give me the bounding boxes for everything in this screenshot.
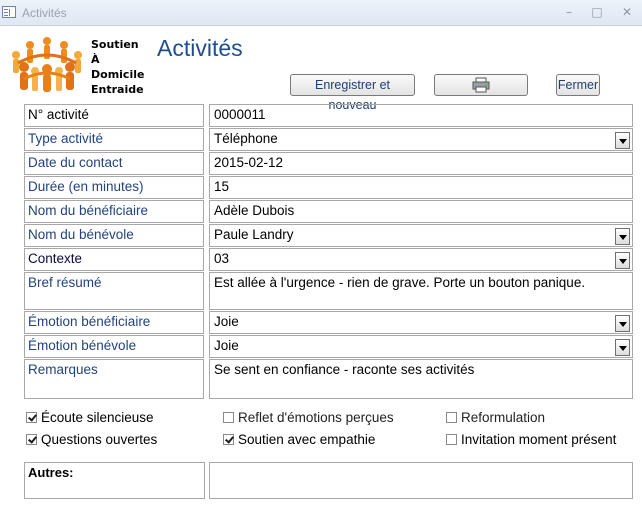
volunteer-emotion-value: Joie bbox=[214, 338, 239, 353]
field-label: Bref résumé bbox=[24, 272, 204, 310]
remarks-textarea[interactable]: Se sent en confiance - raconte ses activ… bbox=[209, 359, 633, 399]
field-row-emotion-benevole: Émotion bénévole Joie bbox=[24, 335, 633, 358]
maximize-icon[interactable]: □ bbox=[586, 4, 608, 20]
checkbox-unchecked-icon[interactable] bbox=[446, 412, 457, 423]
checkbox-label: Reflet d'émotions perçues bbox=[238, 410, 394, 425]
field-label: Nom du bénévole bbox=[24, 224, 204, 247]
printer-icon bbox=[472, 77, 490, 93]
volunteer-emotion-combo[interactable]: Joie bbox=[209, 335, 633, 358]
field-row-numero: N° activité 0000011 bbox=[24, 104, 633, 127]
checkbox-checked-icon[interactable] bbox=[26, 434, 37, 445]
field-label: Émotion bénévole bbox=[24, 335, 204, 358]
field-label: Contexte bbox=[24, 248, 204, 271]
field-label: Émotion bénéficiaire bbox=[24, 311, 204, 334]
dropdown-arrow-icon[interactable] bbox=[615, 339, 630, 356]
beneficiary-emotion-value: Joie bbox=[214, 314, 239, 329]
window-titlebar: Activités – □ ✕ bbox=[0, 0, 642, 26]
field-label: N° activité bbox=[24, 104, 204, 127]
dropdown-arrow-icon[interactable] bbox=[615, 132, 630, 149]
field-label: Nom du bénéficiaire bbox=[24, 200, 204, 223]
window-title: Activités bbox=[22, 6, 67, 20]
volunteer-name-value: Paule Landry bbox=[214, 227, 294, 242]
field-row-type: Type activité Téléphone bbox=[24, 128, 633, 151]
form-icon bbox=[2, 6, 16, 18]
checkbox-checked-icon[interactable] bbox=[26, 412, 37, 423]
activity-type-combo[interactable]: Téléphone bbox=[209, 128, 633, 151]
logo-line: Domicile bbox=[91, 68, 145, 81]
dropdown-arrow-icon[interactable] bbox=[615, 228, 630, 245]
people-circle-logo bbox=[12, 37, 82, 92]
field-row-duree: Durée (en minutes) 15 bbox=[24, 176, 633, 199]
field-label: Durée (en minutes) bbox=[24, 176, 204, 199]
field-row-resume: Bref résumé Est allée à l'urgence - rien… bbox=[24, 272, 633, 310]
close-form-button[interactable]: Fermer bbox=[556, 74, 600, 96]
minimize-icon[interactable]: – bbox=[558, 4, 580, 20]
checkbox-unchecked-icon[interactable] bbox=[223, 412, 234, 423]
logo-line: Entraide bbox=[91, 83, 144, 96]
field-row-contexte: Contexte 03 bbox=[24, 248, 633, 271]
logo-line: À bbox=[91, 53, 100, 66]
context-value: 03 bbox=[214, 251, 230, 266]
contact-date-field[interactable]: 2015-02-12 bbox=[209, 152, 633, 175]
checkbox-label: Invitation moment présent bbox=[461, 432, 617, 447]
form-title: Activités bbox=[157, 35, 243, 61]
logo-line: Soutien bbox=[91, 38, 139, 51]
autres-label: Autres: bbox=[24, 462, 205, 499]
checkbox-label: Reformulation bbox=[461, 410, 546, 425]
field-row-remarques: Remarques Se sent en confiance - raconte… bbox=[24, 359, 633, 399]
dropdown-arrow-icon[interactable] bbox=[615, 315, 630, 332]
checkbox-label: Questions ouvertes bbox=[41, 432, 158, 447]
field-row-beneficiaire: Nom du bénéficiaire Adèle Dubois bbox=[24, 200, 633, 223]
activity-type-value: Téléphone bbox=[214, 131, 278, 146]
beneficiary-name-field[interactable]: Adèle Dubois bbox=[209, 200, 633, 223]
close-icon[interactable]: ✕ bbox=[616, 4, 638, 20]
duration-field[interactable]: 15 bbox=[209, 176, 633, 199]
dropdown-arrow-icon[interactable] bbox=[615, 252, 630, 269]
context-combo[interactable]: 03 bbox=[209, 248, 633, 271]
field-row-emotion-beneficiaire: Émotion bénéficiaire Joie bbox=[24, 311, 633, 334]
close-form-label: Fermer bbox=[557, 78, 599, 92]
checkbox-label: Soutien avec empathie bbox=[238, 432, 376, 447]
checkbox-checked-icon[interactable] bbox=[223, 434, 234, 445]
activity-number-field[interactable]: 0000011 bbox=[209, 104, 633, 127]
field-row-date: Date du contact 2015-02-12 bbox=[24, 152, 633, 175]
logo-text: Soutien À Domicile Entraide bbox=[91, 37, 144, 97]
save-new-button[interactable]: Enregistrer et nouveau bbox=[290, 74, 415, 112]
checkbox-label: Écoute silencieuse bbox=[41, 410, 154, 425]
field-row-benevole: Nom du bénévole Paule Landry bbox=[24, 224, 633, 247]
autres-field[interactable] bbox=[209, 462, 633, 499]
field-label: Remarques bbox=[24, 359, 204, 399]
beneficiary-emotion-combo[interactable]: Joie bbox=[209, 311, 633, 334]
checkbox-unchecked-icon[interactable] bbox=[446, 434, 457, 445]
field-label: Type activité bbox=[24, 128, 204, 151]
volunteer-name-combo[interactable]: Paule Landry bbox=[209, 224, 633, 247]
print-button[interactable] bbox=[434, 74, 528, 96]
summary-textarea[interactable]: Est allée à l'urgence - rien de grave. P… bbox=[209, 272, 633, 310]
field-label: Date du contact bbox=[24, 152, 204, 175]
